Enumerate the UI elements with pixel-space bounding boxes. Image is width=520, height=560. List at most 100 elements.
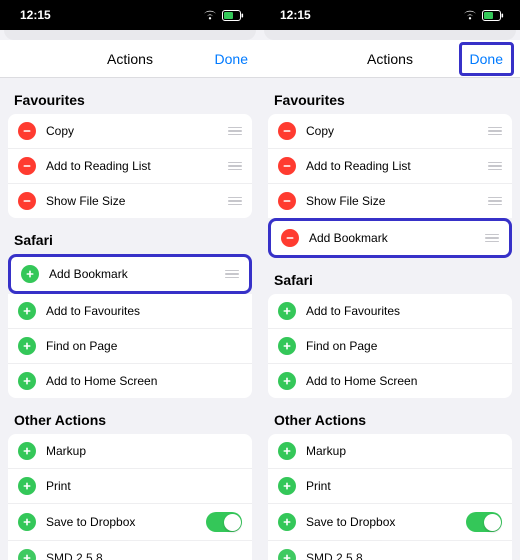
drag-handle-icon[interactable] (484, 197, 502, 206)
screen-left: 12:15 Actions Done Favourites Copy Add t… (0, 0, 260, 560)
highlighted-done: Done (459, 42, 514, 76)
list-item[interactable]: Add Bookmark (11, 257, 249, 291)
nav-bar: Actions Done (0, 40, 260, 78)
done-button[interactable]: Done (470, 51, 503, 67)
list-item[interactable]: Print (8, 468, 252, 503)
row-label: Add to Favourites (296, 304, 502, 318)
row-label: Save to Dropbox (36, 515, 206, 529)
row-label: Print (296, 479, 502, 493)
row-label: Add to Home Screen (296, 374, 502, 388)
favourites-list: Copy Add to Reading List Show File Size (8, 114, 252, 218)
section-header-safari: Safari (260, 258, 520, 294)
list-item[interactable]: Find on Page (8, 328, 252, 363)
drag-handle-icon[interactable] (484, 162, 502, 171)
section-header-other: Other Actions (260, 398, 520, 434)
row-label: Add to Home Screen (36, 374, 242, 388)
add-icon[interactable] (18, 302, 36, 320)
sheet-grabber-area (264, 30, 516, 40)
row-label: Print (36, 479, 242, 493)
row-label: Copy (296, 124, 484, 138)
list-item[interactable]: Find on Page (268, 328, 512, 363)
add-icon[interactable] (18, 372, 36, 390)
list-item[interactable]: Copy (268, 114, 512, 148)
row-label: Add Bookmark (39, 267, 221, 281)
add-icon[interactable] (18, 337, 36, 355)
row-label: Show File Size (36, 194, 224, 208)
toggle-switch[interactable] (206, 512, 242, 532)
drag-handle-icon[interactable] (221, 270, 239, 279)
row-label: Save to Dropbox (296, 515, 466, 529)
list-item[interactable]: Add to Favourites (8, 294, 252, 328)
list-item[interactable]: Add to Home Screen (268, 363, 512, 398)
list-item[interactable]: Add Bookmark (271, 221, 509, 255)
safari-list: Add to Favourites Find on Page Add to Ho… (8, 294, 252, 398)
battery-icon (482, 10, 504, 21)
highlighted-row-add-bookmark: Add Bookmark (268, 218, 512, 258)
remove-icon[interactable] (278, 157, 296, 175)
list-item[interactable]: SMD 2.5.8 (268, 540, 512, 560)
remove-icon[interactable] (18, 122, 36, 140)
status-time: 12:15 (280, 8, 311, 22)
wifi-icon (203, 10, 217, 20)
section-header-safari: Safari (0, 218, 260, 254)
sheet-grabber-area (4, 30, 256, 40)
done-button[interactable]: Done (215, 51, 248, 67)
list-item[interactable]: Print (268, 468, 512, 503)
status-time: 12:15 (20, 8, 51, 22)
row-label: Find on Page (36, 339, 242, 353)
list-item[interactable]: Show File Size (268, 183, 512, 218)
row-label: Markup (36, 444, 242, 458)
row-label: Add to Reading List (36, 159, 224, 173)
add-icon[interactable] (278, 513, 296, 531)
list-item[interactable]: Add to Favourites (268, 294, 512, 328)
add-icon[interactable] (278, 442, 296, 460)
battery-icon (222, 10, 244, 21)
list-item[interactable]: Copy (8, 114, 252, 148)
add-icon[interactable] (18, 549, 36, 560)
list-item[interactable]: Add to Home Screen (8, 363, 252, 398)
status-bar: 12:15 (260, 0, 520, 30)
add-icon[interactable] (21, 265, 39, 283)
drag-handle-icon[interactable] (484, 127, 502, 136)
list-item[interactable]: Add to Reading List (268, 148, 512, 183)
row-label: Find on Page (296, 339, 502, 353)
wifi-icon (463, 10, 477, 20)
remove-icon[interactable] (278, 122, 296, 140)
list-item[interactable]: SMD 2.5.8 (8, 540, 252, 560)
nav-bar: Actions Done (260, 40, 520, 78)
drag-handle-icon[interactable] (481, 234, 499, 243)
add-icon[interactable] (278, 372, 296, 390)
drag-handle-icon[interactable] (224, 162, 242, 171)
list-item[interactable]: Save to Dropbox (268, 503, 512, 540)
remove-icon[interactable] (278, 192, 296, 210)
row-label: Add to Favourites (36, 304, 242, 318)
toggle-switch[interactable] (466, 512, 502, 532)
drag-handle-icon[interactable] (224, 197, 242, 206)
list-item[interactable]: Markup (8, 434, 252, 468)
add-icon[interactable] (18, 442, 36, 460)
screen-right: 12:15 Actions Done Favourites Copy A (260, 0, 520, 560)
row-label: SMD 2.5.8 (36, 551, 242, 560)
row-label: Copy (36, 124, 224, 138)
remove-icon[interactable] (18, 192, 36, 210)
section-header-favourites: Favourites (260, 78, 520, 114)
favourites-list: Copy Add to Reading List Show File Size (268, 114, 512, 218)
row-label: Add Bookmark (299, 231, 481, 245)
remove-icon[interactable] (281, 229, 299, 247)
other-actions-list: Markup Print Save to Dropbox SMD 2.5.8 (268, 434, 512, 560)
drag-handle-icon[interactable] (224, 127, 242, 136)
list-item[interactable]: Save to Dropbox (8, 503, 252, 540)
status-right (463, 10, 504, 21)
list-item[interactable]: Show File Size (8, 183, 252, 218)
add-icon[interactable] (278, 477, 296, 495)
list-item[interactable]: Add to Reading List (8, 148, 252, 183)
list-item[interactable]: Markup (268, 434, 512, 468)
add-icon[interactable] (278, 337, 296, 355)
add-icon[interactable] (18, 513, 36, 531)
add-icon[interactable] (278, 549, 296, 560)
add-icon[interactable] (278, 302, 296, 320)
section-header-favourites: Favourites (0, 78, 260, 114)
remove-icon[interactable] (18, 157, 36, 175)
add-icon[interactable] (18, 477, 36, 495)
row-label: Markup (296, 444, 502, 458)
